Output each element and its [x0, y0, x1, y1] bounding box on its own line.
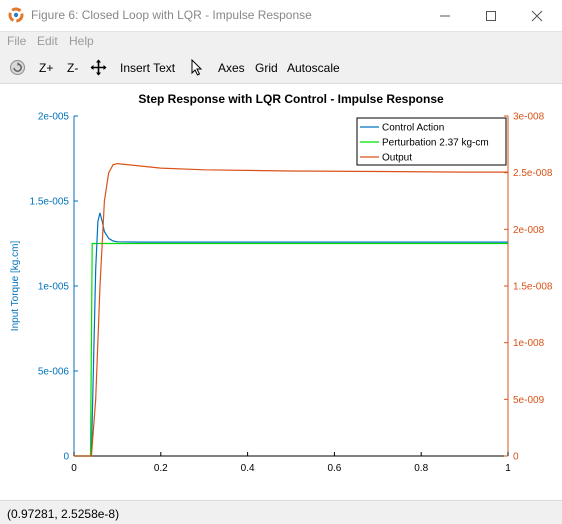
octave-app-icon: [8, 7, 24, 23]
y-left-tick-label: 2e-005: [38, 112, 70, 123]
x-tick-label: 0.2: [154, 463, 168, 474]
y-right-tick-label: 5e-009: [513, 395, 545, 406]
legend-label: Control Action: [382, 123, 444, 134]
x-tick-label: 0.4: [241, 463, 255, 474]
x-tick-label: 1: [505, 463, 511, 474]
chart-title: Step Response with LQR Control - Impulse…: [138, 92, 444, 106]
zoom-in-button[interactable]: Z+: [39, 61, 53, 75]
series-output-line: [74, 162, 508, 457]
series-control-action-line: [74, 212, 508, 457]
plot-area: 0 0.2 0.4 0.6 0.8 105e-0061e-0051.5e-0052e-00…: [30, 112, 553, 475]
autoscale-button[interactable]: Autoscale: [287, 61, 340, 75]
window-title: Figure 6: Closed Loop with LQR - Impulse…: [31, 8, 312, 22]
legend-label: Perturbation 2.37 kg-cm: [382, 138, 489, 149]
x-tick-label: 0: [71, 463, 77, 474]
toolbar: Z+ Z- Insert Text Axes Grid Autoscale: [0, 52, 562, 84]
y-left-tick-label: 1.5e-005: [30, 197, 70, 208]
x-tick-label: 0.8: [414, 463, 428, 474]
y-right-tick-label: 1.5e-008: [513, 282, 553, 293]
pointer-icon[interactable]: [190, 59, 203, 76]
pan-icon[interactable]: [90, 59, 107, 76]
insert-text-button[interactable]: Insert Text: [120, 61, 175, 75]
y-right-tick-label: 2e-008: [513, 225, 545, 236]
maximize-icon: [486, 10, 496, 21]
y-left-tick-label: 0: [63, 452, 69, 463]
close-icon: [531, 10, 543, 21]
y-right-tick-label: 1e-008: [513, 338, 545, 349]
y-right-tick-label: 0: [513, 452, 519, 463]
minimize-button[interactable]: [422, 0, 468, 31]
maximize-button[interactable]: [468, 0, 514, 31]
y-left-tick-label: 5e-006: [38, 367, 70, 378]
menu-help[interactable]: Help: [69, 34, 94, 48]
axes-button[interactable]: Axes: [218, 61, 245, 75]
grid-button[interactable]: Grid: [255, 61, 278, 75]
zoom-out-button[interactable]: Z-: [67, 61, 78, 75]
menu-bar: File Edit Help: [0, 32, 562, 51]
y-axis-label-left: Input Torque [kg.cm]: [10, 241, 21, 332]
legend-label: Output: [382, 153, 412, 164]
coordinate-readout: (0.97281, 2.5258e-8): [7, 507, 120, 521]
y-right-tick-label: 3e-008: [513, 112, 545, 123]
menu-edit[interactable]: Edit: [37, 34, 58, 48]
minimize-icon: [440, 15, 450, 16]
y-right-tick-label: 2.5e-008: [513, 168, 553, 179]
status-bar: (0.97281, 2.5258e-8): [0, 500, 562, 524]
x-tick-label: 0.6: [327, 463, 341, 474]
figure-canvas[interactable]: Step Response with LQR Control - Impulse…: [0, 84, 562, 500]
y-left-tick-label: 1e-005: [38, 282, 70, 293]
close-button[interactable]: [514, 0, 560, 31]
menu-file[interactable]: File: [7, 34, 26, 48]
title-bar: Figure 6: Closed Loop with LQR - Impulse…: [0, 0, 562, 32]
line-chart[interactable]: Step Response with LQR Control - Impulse…: [0, 84, 562, 500]
rotate-icon[interactable]: [9, 59, 26, 76]
series-perturbation-line: [74, 242, 508, 457]
